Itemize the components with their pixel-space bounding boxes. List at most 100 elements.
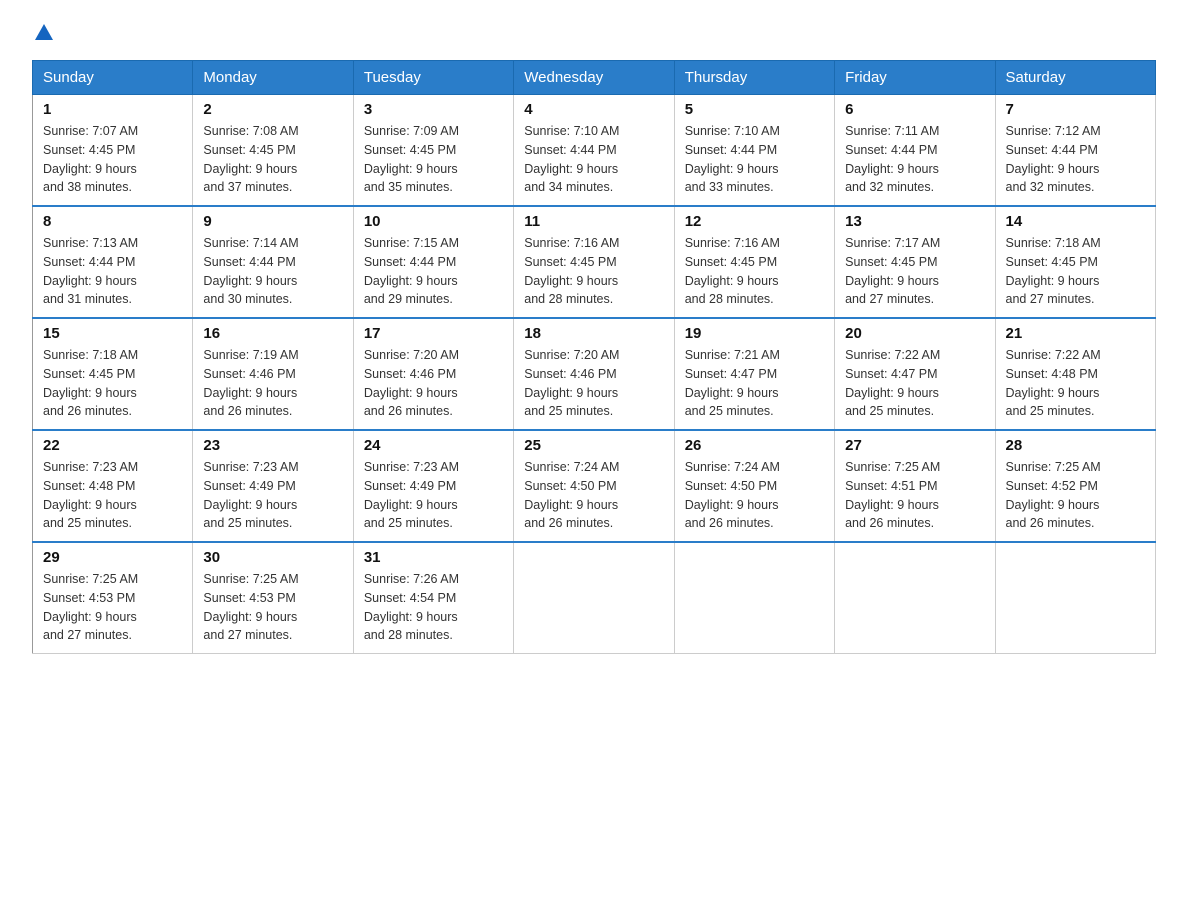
day-number: 2 xyxy=(203,101,342,118)
day-info: Sunrise: 7:12 AMSunset: 4:44 PMDaylight:… xyxy=(1006,122,1145,197)
day-info: Sunrise: 7:18 AMSunset: 4:45 PMDaylight:… xyxy=(1006,234,1145,309)
calendar-cell: 9 Sunrise: 7:14 AMSunset: 4:44 PMDayligh… xyxy=(193,206,353,318)
day-number: 28 xyxy=(1006,437,1145,454)
day-number: 21 xyxy=(1006,325,1145,342)
day-number: 30 xyxy=(203,549,342,566)
calendar-cell xyxy=(514,542,674,654)
weekday-header-monday: Monday xyxy=(193,61,353,95)
day-info: Sunrise: 7:20 AMSunset: 4:46 PMDaylight:… xyxy=(524,346,663,421)
calendar-cell: 11 Sunrise: 7:16 AMSunset: 4:45 PMDaylig… xyxy=(514,206,674,318)
day-info: Sunrise: 7:10 AMSunset: 4:44 PMDaylight:… xyxy=(524,122,663,197)
day-number: 24 xyxy=(364,437,503,454)
day-number: 8 xyxy=(43,213,182,230)
calendar-cell: 30 Sunrise: 7:25 AMSunset: 4:53 PMDaylig… xyxy=(193,542,353,654)
calendar-cell: 20 Sunrise: 7:22 AMSunset: 4:47 PMDaylig… xyxy=(835,318,995,430)
day-info: Sunrise: 7:08 AMSunset: 4:45 PMDaylight:… xyxy=(203,122,342,197)
calendar-cell: 6 Sunrise: 7:11 AMSunset: 4:44 PMDayligh… xyxy=(835,95,995,207)
day-number: 9 xyxy=(203,213,342,230)
calendar-week-row-4: 22 Sunrise: 7:23 AMSunset: 4:48 PMDaylig… xyxy=(33,430,1156,542)
calendar-cell: 25 Sunrise: 7:24 AMSunset: 4:50 PMDaylig… xyxy=(514,430,674,542)
calendar-cell: 24 Sunrise: 7:23 AMSunset: 4:49 PMDaylig… xyxy=(353,430,513,542)
day-info: Sunrise: 7:07 AMSunset: 4:45 PMDaylight:… xyxy=(43,122,182,197)
day-number: 31 xyxy=(364,549,503,566)
weekday-header-tuesday: Tuesday xyxy=(353,61,513,95)
calendar-cell: 10 Sunrise: 7:15 AMSunset: 4:44 PMDaylig… xyxy=(353,206,513,318)
calendar-cell: 18 Sunrise: 7:20 AMSunset: 4:46 PMDaylig… xyxy=(514,318,674,430)
day-info: Sunrise: 7:18 AMSunset: 4:45 PMDaylight:… xyxy=(43,346,182,421)
calendar-cell: 8 Sunrise: 7:13 AMSunset: 4:44 PMDayligh… xyxy=(33,206,193,318)
calendar-cell: 17 Sunrise: 7:20 AMSunset: 4:46 PMDaylig… xyxy=(353,318,513,430)
calendar-cell: 26 Sunrise: 7:24 AMSunset: 4:50 PMDaylig… xyxy=(674,430,834,542)
day-info: Sunrise: 7:22 AMSunset: 4:48 PMDaylight:… xyxy=(1006,346,1145,421)
calendar-cell: 4 Sunrise: 7:10 AMSunset: 4:44 PMDayligh… xyxy=(514,95,674,207)
day-number: 18 xyxy=(524,325,663,342)
calendar-cell: 1 Sunrise: 7:07 AMSunset: 4:45 PMDayligh… xyxy=(33,95,193,207)
calendar-cell: 19 Sunrise: 7:21 AMSunset: 4:47 PMDaylig… xyxy=(674,318,834,430)
calendar-cell xyxy=(995,542,1155,654)
day-info: Sunrise: 7:21 AMSunset: 4:47 PMDaylight:… xyxy=(685,346,824,421)
calendar-cell: 22 Sunrise: 7:23 AMSunset: 4:48 PMDaylig… xyxy=(33,430,193,542)
calendar-cell: 23 Sunrise: 7:23 AMSunset: 4:49 PMDaylig… xyxy=(193,430,353,542)
day-info: Sunrise: 7:26 AMSunset: 4:54 PMDaylight:… xyxy=(364,570,503,645)
day-number: 20 xyxy=(845,325,984,342)
calendar-cell: 13 Sunrise: 7:17 AMSunset: 4:45 PMDaylig… xyxy=(835,206,995,318)
calendar-cell: 21 Sunrise: 7:22 AMSunset: 4:48 PMDaylig… xyxy=(995,318,1155,430)
calendar-cell: 2 Sunrise: 7:08 AMSunset: 4:45 PMDayligh… xyxy=(193,95,353,207)
day-number: 22 xyxy=(43,437,182,454)
calendar-cell: 16 Sunrise: 7:19 AMSunset: 4:46 PMDaylig… xyxy=(193,318,353,430)
day-info: Sunrise: 7:22 AMSunset: 4:47 PMDaylight:… xyxy=(845,346,984,421)
calendar-week-row-5: 29 Sunrise: 7:25 AMSunset: 4:53 PMDaylig… xyxy=(33,542,1156,654)
calendar-week-row-3: 15 Sunrise: 7:18 AMSunset: 4:45 PMDaylig… xyxy=(33,318,1156,430)
day-info: Sunrise: 7:25 AMSunset: 4:53 PMDaylight:… xyxy=(203,570,342,645)
day-info: Sunrise: 7:14 AMSunset: 4:44 PMDaylight:… xyxy=(203,234,342,309)
calendar-cell: 28 Sunrise: 7:25 AMSunset: 4:52 PMDaylig… xyxy=(995,430,1155,542)
calendar-cell: 15 Sunrise: 7:18 AMSunset: 4:45 PMDaylig… xyxy=(33,318,193,430)
day-info: Sunrise: 7:24 AMSunset: 4:50 PMDaylight:… xyxy=(685,458,824,533)
day-number: 11 xyxy=(524,213,663,230)
day-info: Sunrise: 7:23 AMSunset: 4:49 PMDaylight:… xyxy=(203,458,342,533)
day-number: 6 xyxy=(845,101,984,118)
day-info: Sunrise: 7:25 AMSunset: 4:52 PMDaylight:… xyxy=(1006,458,1145,533)
day-number: 3 xyxy=(364,101,503,118)
day-number: 19 xyxy=(685,325,824,342)
day-info: Sunrise: 7:10 AMSunset: 4:44 PMDaylight:… xyxy=(685,122,824,197)
weekday-header-row: SundayMondayTuesdayWednesdayThursdayFrid… xyxy=(33,61,1156,95)
calendar-cell xyxy=(674,542,834,654)
day-info: Sunrise: 7:13 AMSunset: 4:44 PMDaylight:… xyxy=(43,234,182,309)
calendar-week-row-1: 1 Sunrise: 7:07 AMSunset: 4:45 PMDayligh… xyxy=(33,95,1156,207)
day-info: Sunrise: 7:23 AMSunset: 4:49 PMDaylight:… xyxy=(364,458,503,533)
day-info: Sunrise: 7:19 AMSunset: 4:46 PMDaylight:… xyxy=(203,346,342,421)
day-info: Sunrise: 7:25 AMSunset: 4:53 PMDaylight:… xyxy=(43,570,182,645)
day-number: 12 xyxy=(685,213,824,230)
day-number: 14 xyxy=(1006,213,1145,230)
calendar-cell xyxy=(835,542,995,654)
day-number: 16 xyxy=(203,325,342,342)
day-info: Sunrise: 7:16 AMSunset: 4:45 PMDaylight:… xyxy=(524,234,663,309)
calendar-cell: 5 Sunrise: 7:10 AMSunset: 4:44 PMDayligh… xyxy=(674,95,834,207)
weekday-header-sunday: Sunday xyxy=(33,61,193,95)
day-number: 13 xyxy=(845,213,984,230)
day-number: 7 xyxy=(1006,101,1145,118)
calendar-table: SundayMondayTuesdayWednesdayThursdayFrid… xyxy=(32,60,1156,654)
day-number: 1 xyxy=(43,101,182,118)
day-info: Sunrise: 7:25 AMSunset: 4:51 PMDaylight:… xyxy=(845,458,984,533)
calendar-cell: 27 Sunrise: 7:25 AMSunset: 4:51 PMDaylig… xyxy=(835,430,995,542)
logo xyxy=(32,24,53,40)
day-number: 27 xyxy=(845,437,984,454)
day-number: 26 xyxy=(685,437,824,454)
calendar-week-row-2: 8 Sunrise: 7:13 AMSunset: 4:44 PMDayligh… xyxy=(33,206,1156,318)
day-number: 5 xyxy=(685,101,824,118)
weekday-header-saturday: Saturday xyxy=(995,61,1155,95)
day-number: 15 xyxy=(43,325,182,342)
day-info: Sunrise: 7:16 AMSunset: 4:45 PMDaylight:… xyxy=(685,234,824,309)
page-header xyxy=(32,24,1156,40)
day-number: 4 xyxy=(524,101,663,118)
day-info: Sunrise: 7:17 AMSunset: 4:45 PMDaylight:… xyxy=(845,234,984,309)
calendar-cell: 14 Sunrise: 7:18 AMSunset: 4:45 PMDaylig… xyxy=(995,206,1155,318)
weekday-header-wednesday: Wednesday xyxy=(514,61,674,95)
day-info: Sunrise: 7:15 AMSunset: 4:44 PMDaylight:… xyxy=(364,234,503,309)
day-info: Sunrise: 7:24 AMSunset: 4:50 PMDaylight:… xyxy=(524,458,663,533)
calendar-cell: 7 Sunrise: 7:12 AMSunset: 4:44 PMDayligh… xyxy=(995,95,1155,207)
calendar-cell: 3 Sunrise: 7:09 AMSunset: 4:45 PMDayligh… xyxy=(353,95,513,207)
weekday-header-thursday: Thursday xyxy=(674,61,834,95)
